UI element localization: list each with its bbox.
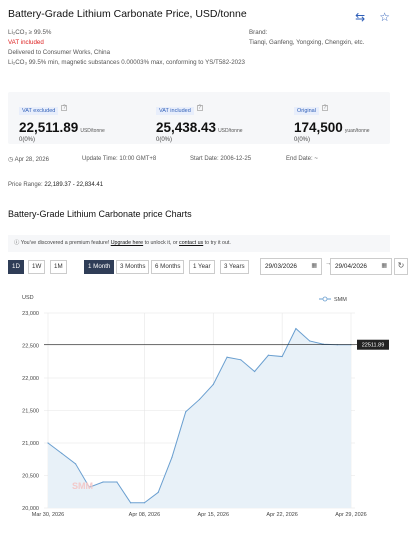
price-summary: VAT excluded? 22,511.89 USD/tonne 0(0%) V…	[8, 92, 390, 144]
info-icon[interactable]: ?	[61, 104, 68, 111]
legend-label: SMM	[334, 297, 347, 303]
price-change: 0(0%)	[294, 137, 311, 143]
info-icon[interactable]: ?	[196, 104, 203, 111]
spec-details: Li₂CO₃ ≥ 99.5% VAT included Delivered to…	[8, 28, 248, 68]
purity-text: Li₂CO₃ ≥ 99.5%	[8, 29, 52, 36]
date-from-input[interactable]: 29/03/2026 ▦	[260, 258, 322, 275]
price-data-point[interactable]	[157, 491, 159, 493]
x-tick-label: Apr 08, 2026	[129, 512, 161, 518]
date-to-value: 29/04/2026	[335, 263, 367, 270]
price-chart[interactable]: 23,00022,50022,00021,50021,00020,50020,0…	[0, 284, 412, 533]
brand-label: Brand:	[249, 29, 268, 36]
brand-value: Tianqi, Ganfeng, Yongxing, Chengxin, etc…	[249, 39, 365, 46]
notice-text-2: to unlock it, or	[143, 240, 180, 246]
price-data-point[interactable]	[309, 340, 311, 342]
end-date: End Date: ~	[286, 156, 318, 162]
start-date: Start Date: 2006-12-25	[190, 156, 252, 162]
price-unit: USD/tonne	[218, 128, 243, 134]
price-data-point[interactable]	[267, 354, 269, 356]
price-date: ◷ Apr 28, 2026	[8, 156, 49, 163]
calendar-icon: ▦	[311, 263, 317, 269]
price-data-point[interactable]	[240, 359, 242, 361]
range-1-month[interactable]: 1 Month	[84, 260, 115, 274]
price-data-point[interactable]	[281, 355, 283, 358]
price-area-fill	[48, 328, 351, 508]
price-data-point[interactable]	[102, 481, 104, 483]
date-from-value: 29/03/2026	[265, 263, 297, 270]
price-data-point[interactable]	[212, 383, 214, 386]
range-3-months[interactable]: 3 Months	[116, 260, 150, 274]
last-value-label: 22511.89	[362, 343, 385, 349]
notice-text-1: You've discovered a premium feature!	[20, 240, 111, 246]
price-data-point[interactable]	[143, 502, 146, 504]
range-6-months[interactable]: 6 Months	[151, 260, 185, 274]
price-data-point[interactable]	[171, 456, 173, 458]
price-vat-included: VAT included? 25,438.43 USD/tonne 0(0%)	[156, 99, 243, 143]
y-tick-label: 21,500	[22, 409, 39, 415]
price-data-point[interactable]	[198, 398, 201, 401]
range-1-year[interactable]: 1 Year	[189, 260, 215, 274]
price-change: 0(0%)	[19, 137, 36, 143]
premium-notice: ⓘ You've discovered a premium feature! U…	[8, 235, 390, 252]
price-data-point[interactable]	[295, 328, 297, 330]
y-tick-label: 22,000	[22, 376, 39, 382]
x-tick-label: Apr 29, 2026	[335, 512, 367, 518]
price-value: 22,511.89	[19, 120, 79, 135]
star-outline-icon[interactable]: ☆	[379, 10, 390, 24]
description-text: Li₂CO₃ 99.5% min, magnetic substances 0.…	[8, 59, 245, 66]
price-unit: yuan/tonne	[344, 128, 370, 134]
price-data-point[interactable]	[74, 463, 77, 465]
price-range-label: Price Range:	[8, 182, 43, 188]
price-data-point[interactable]	[130, 502, 132, 504]
y-axis-label: USD	[22, 295, 34, 301]
page-title: Battery-Grade Lithium Carbonate Price, U…	[8, 8, 247, 20]
x-tick-label: Apr 22, 2026	[266, 512, 298, 518]
price-unit: USD/tonne	[80, 128, 105, 134]
x-tick-label: Apr 15, 2026	[198, 512, 230, 518]
timeframe-1w[interactable]: 1W	[28, 260, 46, 274]
refresh-icon[interactable]: ↻	[394, 258, 408, 275]
date-to-input[interactable]: 29/04/2026 ▦	[330, 258, 392, 275]
vat-text: VAT included	[8, 39, 44, 46]
contact-link[interactable]: contact us	[179, 240, 203, 246]
y-tick-label: 22,500	[22, 344, 39, 350]
charts-title: Battery-Grade Lithium Carbonate price Ch…	[8, 209, 192, 219]
calendar-icon: ▦	[381, 263, 387, 269]
y-tick-label: 20,500	[22, 474, 39, 480]
update-time: Update Time: 10:00 GMT+8	[82, 156, 157, 162]
upgrade-link[interactable]: Upgrade here	[111, 240, 143, 246]
price-data-point[interactable]	[226, 356, 228, 358]
price-value: 174,500	[294, 120, 343, 135]
price-data-point[interactable]	[61, 452, 63, 454]
price-change: 0(0%)	[156, 137, 173, 143]
price-data-point[interactable]	[253, 370, 256, 373]
price-data-point[interactable]	[116, 481, 118, 483]
delivery-text: Delivered to Consumer Works, China	[8, 49, 111, 56]
price-range: Price Range: 22,189.37 - 22,834.41	[8, 182, 103, 188]
price-tag: VAT excluded	[19, 107, 59, 115]
price-value: 25,438.43	[156, 120, 217, 135]
price-range-value: 22,189.37 - 22,834.41	[44, 182, 104, 188]
x-tick-label: Mar 30, 2026	[32, 512, 64, 518]
y-tick-label: 23,000	[22, 311, 39, 317]
price-tag: Original	[294, 107, 319, 115]
brand-details: Brand: Tianqi, Ganfeng, Yongxing, Chengx…	[249, 28, 399, 48]
info-icon[interactable]: ?	[321, 104, 328, 111]
chart-legend[interactable]: SMM	[319, 296, 347, 303]
price-vat-excluded: VAT excluded? 22,511.89 USD/tonne 0(0%)	[19, 99, 105, 143]
smm-watermark: SMM	[72, 481, 93, 491]
price-original: Original? 174,500 yuan/tonne 0(0%)	[294, 99, 370, 143]
price-data-point[interactable]	[185, 411, 187, 413]
timeframe-1m[interactable]: 1M	[50, 260, 67, 274]
price-date-text: Apr 28, 2026	[14, 157, 49, 163]
price-data-point[interactable]	[47, 442, 49, 444]
exchange-arrows-icon[interactable]: ⇆	[355, 10, 365, 24]
notice-text-3: to try it out.	[203, 240, 231, 246]
info-icon: ⓘ	[14, 240, 21, 246]
y-tick-label: 21,000	[22, 441, 39, 447]
range-3-years[interactable]: 3 Years	[220, 260, 249, 274]
clock-icon: ◷	[8, 157, 15, 163]
price-tag: VAT included	[156, 107, 194, 115]
timeframe-1d[interactable]: 1D	[8, 260, 24, 274]
